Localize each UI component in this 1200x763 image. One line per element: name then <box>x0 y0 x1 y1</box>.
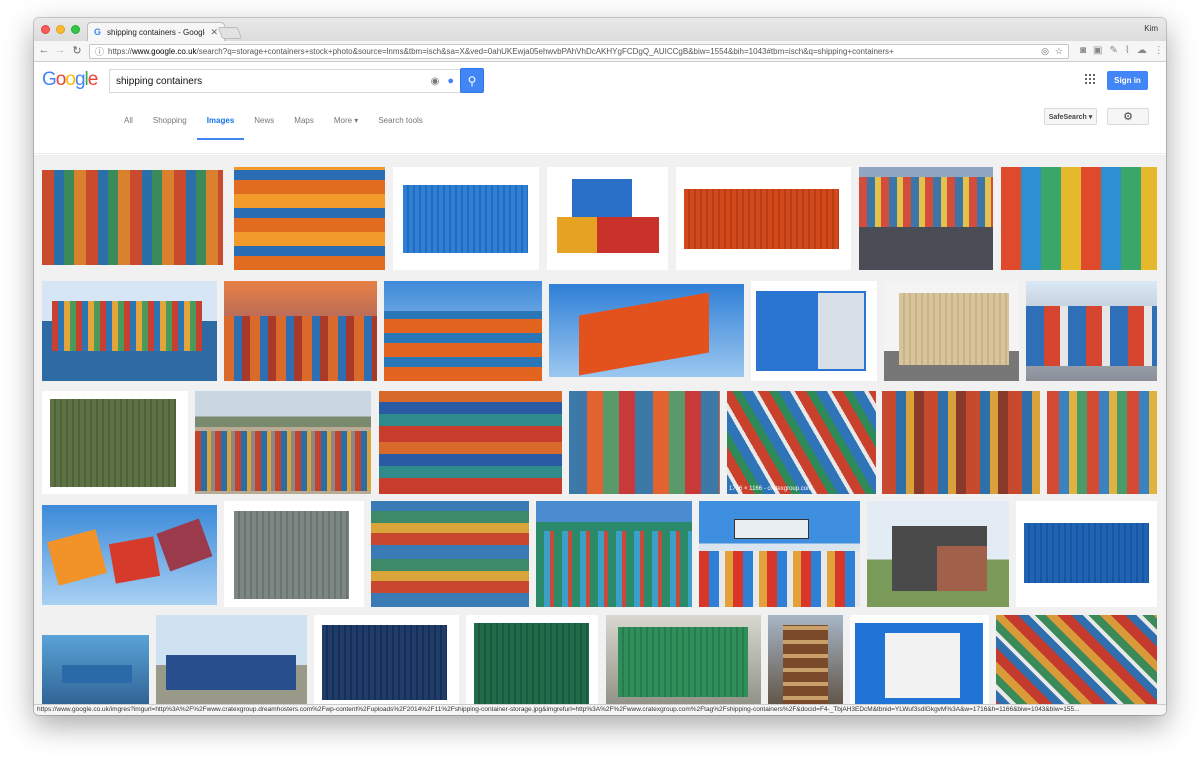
search-query: shipping containers <box>116 75 203 87</box>
extension-icon[interactable]: ▣ <box>1093 45 1102 56</box>
image-result[interactable] <box>379 391 562 494</box>
image-result[interactable] <box>676 167 851 270</box>
tab-strip: G shipping containers - Google S ✕ Kim <box>34 18 1166 41</box>
image-result[interactable] <box>42 170 223 265</box>
image-result[interactable] <box>882 391 1040 494</box>
image-result[interactable] <box>42 391 188 494</box>
search-icon: ⚲ <box>467 73 477 88</box>
image-result[interactable] <box>195 391 371 494</box>
pen-extension-icon[interactable]: ✎ <box>1110 45 1118 56</box>
reload-icon[interactable]: ↻ <box>70 44 84 57</box>
extension-icons: ◙ ▣ ✎ ⌇ ☁ ⋮ <box>1080 45 1164 56</box>
tab-shopping[interactable]: Shopping <box>143 100 197 140</box>
image-caption: 1716 × 1166 - cratexgroup.com <box>729 486 813 492</box>
image-result[interactable] <box>859 167 993 270</box>
google-logo[interactable]: Google <box>42 69 98 91</box>
google-images-page: Google shipping containers ◉ ● ⚲ Sign in… <box>34 63 1166 715</box>
tab-more[interactable]: More ▾ <box>324 100 368 140</box>
image-result[interactable] <box>466 615 598 715</box>
bookmark-star-icon[interactable]: ☆ <box>1055 46 1063 57</box>
tab-maps[interactable]: Maps <box>284 100 324 140</box>
image-result[interactable] <box>569 391 720 494</box>
info-icon[interactable]: ⓘ <box>95 45 104 58</box>
image-result[interactable] <box>751 281 877 381</box>
address-bar[interactable]: ⓘ https://www.google.co.uk/search?q=stor… <box>89 44 1069 59</box>
image-result[interactable] <box>234 167 385 270</box>
image-result[interactable] <box>699 501 860 607</box>
search-tabs: All Shopping Images News Maps More ▾ Sea… <box>114 100 433 140</box>
tab-news[interactable]: News <box>244 100 284 140</box>
image-result[interactable] <box>867 501 1009 607</box>
profile-name[interactable]: Kim <box>1144 24 1158 33</box>
image-result[interactable] <box>384 281 542 381</box>
apps-grid-icon[interactable] <box>1085 74 1095 84</box>
gear-icon: ⚙ <box>1123 111 1133 123</box>
tab-title: shipping containers - Google S <box>107 27 205 37</box>
search-button[interactable]: ⚲ <box>460 68 484 93</box>
browser-window: G shipping containers - Google S ✕ Kim ←… <box>34 18 1166 715</box>
image-result[interactable] <box>42 281 217 381</box>
tab-images[interactable]: Images <box>196 100 245 140</box>
image-result[interactable] <box>884 281 1019 381</box>
image-result[interactable] <box>768 615 843 715</box>
minimize-window-button[interactable] <box>56 25 65 34</box>
cloud-extension-icon[interactable]: ☁ <box>1137 45 1147 56</box>
image-result[interactable] <box>536 501 692 607</box>
google-favicon-icon: G <box>94 27 102 37</box>
image-result[interactable] <box>1026 281 1157 381</box>
image-result[interactable] <box>224 281 377 381</box>
image-result[interactable] <box>224 501 364 607</box>
image-result[interactable] <box>1047 391 1157 494</box>
maximize-window-button[interactable] <box>71 25 80 34</box>
safesearch-button[interactable]: SafeSearch ▾ <box>1044 108 1097 125</box>
status-bar-url: https://www.google.co.uk/imgres?imgurl=h… <box>34 704 1166 715</box>
tab-search-tools[interactable]: Search tools <box>368 100 432 140</box>
image-result[interactable]: 1716 × 1166 - cratexgroup.com <box>727 391 876 494</box>
image-result[interactable] <box>549 284 744 377</box>
image-result[interactable] <box>42 505 217 605</box>
image-result[interactable] <box>606 615 761 715</box>
location-icon[interactable]: ◎ <box>1041 46 1049 57</box>
image-result[interactable] <box>371 501 529 607</box>
url-text: https://www.google.co.uk/search?q=storag… <box>108 47 894 56</box>
image-result[interactable] <box>393 167 539 270</box>
microphone-icon[interactable]: ● <box>447 75 454 87</box>
sign-in-button[interactable]: Sign in <box>1107 71 1148 90</box>
image-result[interactable] <box>1016 501 1157 607</box>
image-result[interactable] <box>996 615 1157 715</box>
settings-button[interactable]: ⚙ <box>1107 108 1149 125</box>
new-tab-button[interactable] <box>217 27 243 39</box>
chart-extension-icon[interactable]: ⌇ <box>1125 45 1130 56</box>
camera-search-icon[interactable]: ◉ <box>431 76 440 87</box>
tab-all[interactable]: All <box>114 100 143 140</box>
forward-arrow-icon[interactable]: → <box>53 44 67 56</box>
close-tab-icon[interactable]: ✕ <box>210 27 218 38</box>
browser-toolbar: ← → ↻ ⓘ https://www.google.co.uk/search?… <box>34 41 1166 62</box>
image-result[interactable] <box>156 615 307 715</box>
image-results-grid: 1716 × 1166 - cratexgroup.com <box>34 155 1166 715</box>
google-header: Google shipping containers ◉ ● ⚲ Sign in <box>34 63 1166 100</box>
search-tabs-bar: All Shopping Images News Maps More ▾ Sea… <box>34 100 1166 154</box>
window-controls <box>41 25 80 34</box>
camera-extension-icon[interactable]: ◙ <box>1080 45 1086 56</box>
image-result[interactable] <box>850 615 989 715</box>
image-result[interactable] <box>1001 167 1157 270</box>
image-result[interactable] <box>547 167 668 270</box>
browser-tab[interactable]: G shipping containers - Google S ✕ <box>87 22 225 41</box>
close-window-button[interactable] <box>41 25 50 34</box>
search-input[interactable]: shipping containers ◉ ● <box>109 69 461 93</box>
image-result[interactable] <box>314 615 459 715</box>
image-result[interactable] <box>42 635 149 715</box>
back-arrow-icon[interactable]: ← <box>37 44 51 56</box>
menu-icon[interactable]: ⋮ <box>1154 45 1164 56</box>
